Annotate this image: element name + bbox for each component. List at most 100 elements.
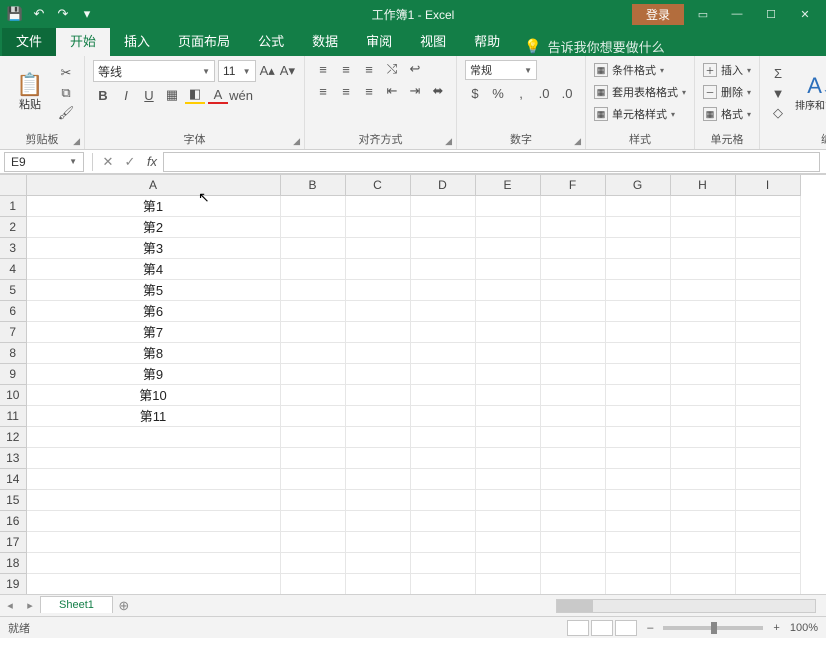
cell-I8[interactable] — [735, 342, 800, 363]
row-header-9[interactable]: 9 — [0, 363, 26, 384]
clear-icon[interactable]: ◇ — [768, 104, 788, 122]
align-bottom-icon[interactable]: ≡ — [359, 60, 379, 78]
cell-B10[interactable] — [280, 384, 345, 405]
increase-font-icon[interactable]: A▴ — [259, 62, 276, 80]
zoom-out-button[interactable]: – — [647, 622, 653, 634]
cut-icon[interactable]: ✂ — [56, 64, 76, 82]
cell-D14[interactable] — [410, 468, 475, 489]
cell-E15[interactable] — [475, 489, 540, 510]
cell-I18[interactable] — [735, 552, 800, 573]
cell-A2[interactable]: 第2 — [26, 216, 280, 237]
cell-A5[interactable]: 第5 — [26, 279, 280, 300]
cell-H5[interactable] — [670, 279, 735, 300]
redo-icon[interactable]: ↷ — [54, 5, 72, 23]
cell-H14[interactable] — [670, 468, 735, 489]
cell-C16[interactable] — [345, 510, 410, 531]
normal-view-button[interactable] — [567, 620, 589, 636]
cell-E18[interactable] — [475, 552, 540, 573]
tab-page-layout[interactable]: 页面布局 — [164, 25, 244, 56]
cell-D4[interactable] — [410, 258, 475, 279]
cell-D17[interactable] — [410, 531, 475, 552]
cell-C2[interactable] — [345, 216, 410, 237]
cell-F11[interactable] — [540, 405, 605, 426]
cell-G3[interactable] — [605, 237, 670, 258]
cell-B13[interactable] — [280, 447, 345, 468]
cell-F17[interactable] — [540, 531, 605, 552]
cell-C17[interactable] — [345, 531, 410, 552]
align-top-icon[interactable]: ≡ — [313, 60, 333, 78]
cell-I17[interactable] — [735, 531, 800, 552]
sheet-tab-active[interactable]: Sheet1 — [40, 596, 113, 613]
cell-D1[interactable] — [410, 195, 475, 216]
underline-button[interactable]: U — [139, 86, 159, 104]
cell-F4[interactable] — [540, 258, 605, 279]
cell-D10[interactable] — [410, 384, 475, 405]
cell-I16[interactable] — [735, 510, 800, 531]
tab-review[interactable]: 审阅 — [352, 25, 406, 56]
cell-C13[interactable] — [345, 447, 410, 468]
cell-D13[interactable] — [410, 447, 475, 468]
cell-I11[interactable] — [735, 405, 800, 426]
cell-D16[interactable] — [410, 510, 475, 531]
row-header-13[interactable]: 13 — [0, 447, 26, 468]
cell-I13[interactable] — [735, 447, 800, 468]
save-icon[interactable]: 💾 — [6, 5, 24, 23]
cell-C9[interactable] — [345, 363, 410, 384]
cell-E6[interactable] — [475, 300, 540, 321]
row-header-15[interactable]: 15 — [0, 489, 26, 510]
cell-F8[interactable] — [540, 342, 605, 363]
dialog-launcher-icon[interactable]: ◢ — [73, 136, 80, 147]
cell-A15[interactable] — [26, 489, 280, 510]
row-header-17[interactable]: 17 — [0, 531, 26, 552]
cell-B12[interactable] — [280, 426, 345, 447]
cell-A12[interactable] — [26, 426, 280, 447]
cell-G11[interactable] — [605, 405, 670, 426]
cell-H1[interactable] — [670, 195, 735, 216]
undo-icon[interactable]: ↶ — [30, 5, 48, 23]
align-middle-icon[interactable]: ≡ — [336, 60, 356, 78]
row-header-8[interactable]: 8 — [0, 342, 26, 363]
cell-G18[interactable] — [605, 552, 670, 573]
tab-insert[interactable]: 插入 — [110, 25, 164, 56]
column-header-F[interactable]: F — [540, 175, 605, 195]
accounting-format-icon[interactable]: $ — [465, 84, 485, 102]
cell-G8[interactable] — [605, 342, 670, 363]
sheet-nav-prev[interactable]: ◂ — [0, 599, 20, 612]
column-header-I[interactable]: I — [735, 175, 800, 195]
cell-A9[interactable]: 第9 — [26, 363, 280, 384]
cell-H3[interactable] — [670, 237, 735, 258]
cell-I7[interactable] — [735, 321, 800, 342]
fx-icon[interactable]: fx — [141, 154, 163, 169]
cell-H17[interactable] — [670, 531, 735, 552]
orientation-icon[interactable]: ⤭ — [382, 60, 402, 78]
minimize-button[interactable]: — — [722, 4, 752, 24]
cell-H11[interactable] — [670, 405, 735, 426]
cell-E19[interactable] — [475, 573, 540, 594]
cell-G15[interactable] — [605, 489, 670, 510]
align-center-icon[interactable]: ≡ — [336, 82, 356, 100]
cell-B17[interactable] — [280, 531, 345, 552]
zoom-slider[interactable] — [663, 626, 763, 630]
sheet-nav-next[interactable]: ▸ — [20, 599, 40, 612]
cell-A18[interactable] — [26, 552, 280, 573]
dialog-launcher-icon[interactable]: ◢ — [445, 136, 452, 147]
cell-H19[interactable] — [670, 573, 735, 594]
cell-I1[interactable] — [735, 195, 800, 216]
cell-D19[interactable] — [410, 573, 475, 594]
cell-B14[interactable] — [280, 468, 345, 489]
cell-F2[interactable] — [540, 216, 605, 237]
cell-A3[interactable]: 第3 — [26, 237, 280, 258]
format-as-table-button[interactable]: ▦套用表格格式▾ — [594, 82, 686, 102]
cell-I12[interactable] — [735, 426, 800, 447]
cell-A11[interactable]: 第11 — [26, 405, 280, 426]
cell-D2[interactable] — [410, 216, 475, 237]
cell-E2[interactable] — [475, 216, 540, 237]
font-color-button[interactable]: A — [208, 86, 228, 104]
cell-F6[interactable] — [540, 300, 605, 321]
cell-E4[interactable] — [475, 258, 540, 279]
cell-E5[interactable] — [475, 279, 540, 300]
cell-B4[interactable] — [280, 258, 345, 279]
decrease-indent-icon[interactable]: ⇤ — [382, 82, 402, 100]
cell-G9[interactable] — [605, 363, 670, 384]
tab-help[interactable]: 帮助 — [460, 25, 514, 56]
